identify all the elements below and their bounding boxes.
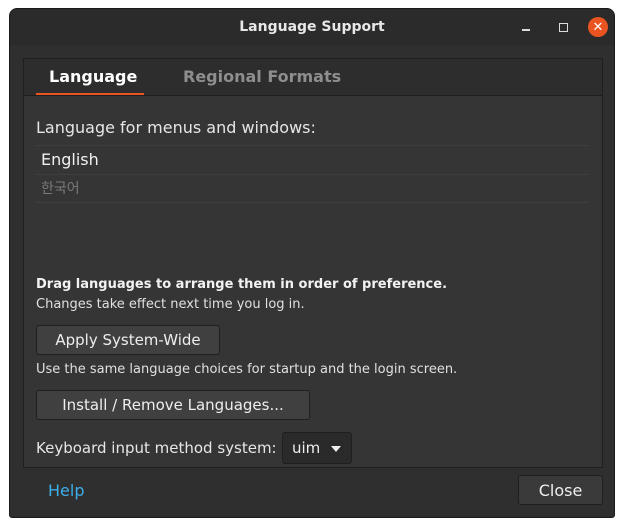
- keyboard-input-method-value: uim: [292, 439, 321, 457]
- language-support-window: Language Support ✕ Language Regional For…: [9, 8, 615, 518]
- notebook: Language Regional Formats Language for m…: [23, 58, 603, 468]
- apply-system-wide-button[interactable]: Apply System-Wide: [36, 325, 220, 355]
- minimize-button[interactable]: [516, 17, 536, 37]
- language-item-korean[interactable]: 한국어: [36, 174, 588, 203]
- keyboard-input-method-select[interactable]: uim: [282, 432, 352, 464]
- tab-bar: Language Regional Formats: [24, 59, 602, 96]
- language-list-header: Language for menus and windows:: [36, 118, 316, 137]
- language-list[interactable]: English 한국어: [36, 145, 588, 203]
- close-icon: ✕: [592, 19, 604, 35]
- install-remove-languages-button[interactable]: Install / Remove Languages...: [36, 390, 310, 420]
- window-title: Language Support: [239, 19, 385, 35]
- help-link[interactable]: Help: [48, 481, 84, 500]
- titlebar: Language Support ✕: [10, 9, 614, 45]
- language-item-english[interactable]: English: [36, 145, 588, 174]
- maximize-button[interactable]: [553, 17, 573, 37]
- tab-regional-formats[interactable]: Regional Formats: [170, 59, 354, 95]
- maximize-icon: [558, 22, 568, 32]
- drag-hint: Drag languages to arrange them in order …: [36, 277, 448, 292]
- tab-language[interactable]: Language: [36, 59, 144, 95]
- apply-hint: Use the same language choices for startu…: [36, 362, 458, 377]
- chevron-down-icon: [331, 446, 341, 452]
- close-button[interactable]: Close: [518, 475, 603, 505]
- keyboard-input-label: Keyboard input method system:: [36, 439, 277, 457]
- close-window-button[interactable]: ✕: [588, 17, 608, 37]
- effect-hint: Changes take effect next time you log in…: [36, 297, 305, 312]
- minimize-icon: [522, 29, 530, 31]
